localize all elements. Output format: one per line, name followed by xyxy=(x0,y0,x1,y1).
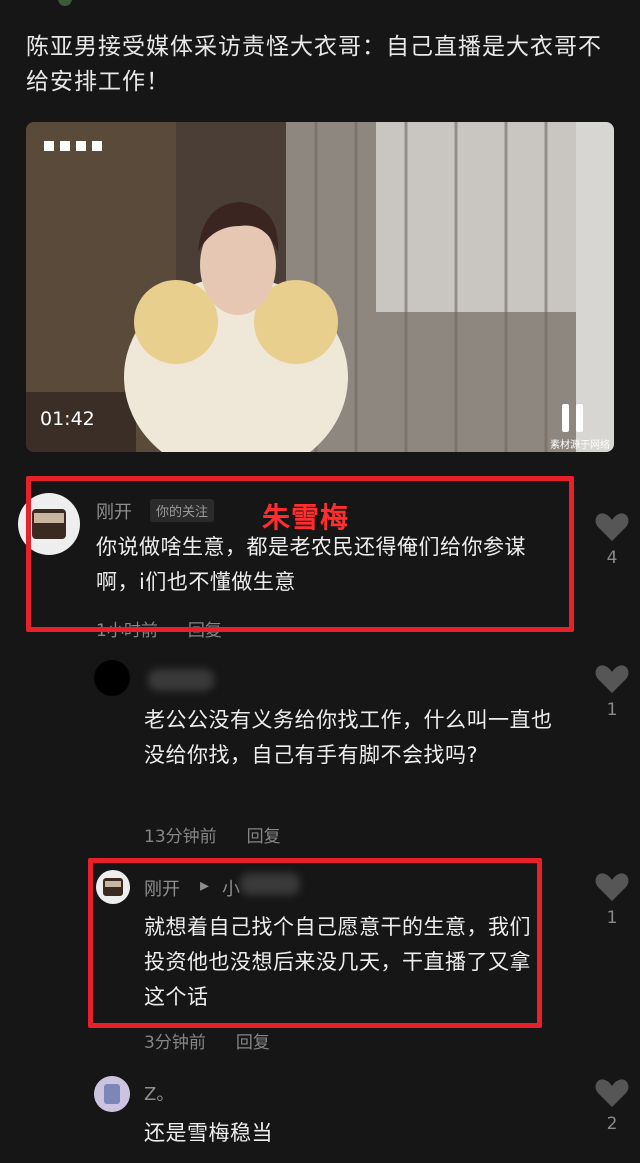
heart-icon xyxy=(595,665,629,693)
like-button[interactable]: 1 xyxy=(592,872,632,928)
like-button[interactable]: 1 xyxy=(592,664,632,720)
comment-text: 还是雪梅稳当 xyxy=(144,1121,273,1145)
highlight-box xyxy=(26,476,574,632)
status-bar xyxy=(0,0,640,14)
reply-button[interactable]: 回复 xyxy=(247,827,281,847)
post-title: 陈亚男接受媒体采访责怪大衣哥：自己直播是大衣哥不给安排工作！ xyxy=(26,34,602,95)
like-button[interactable]: 2 xyxy=(592,1078,632,1134)
comment-meta: 3分钟前 回复 xyxy=(144,1028,300,1053)
highlight-box xyxy=(88,858,542,1028)
like-button[interactable]: 4 xyxy=(592,512,632,568)
reply-button[interactable]: 回复 xyxy=(236,1033,270,1053)
video-watermark: 素材源于网络 xyxy=(550,440,610,451)
comment-text: 老公公没有义务给你找工作，什么叫一直也没给你找，自己有手有脚不会找吗? xyxy=(144,708,553,767)
pause-icon[interactable] xyxy=(562,404,586,432)
like-count: 2 xyxy=(606,1114,618,1134)
like-count: 1 xyxy=(606,908,618,928)
video-frame xyxy=(26,122,614,452)
avatar[interactable] xyxy=(94,660,130,696)
comment-meta: 13分钟前 回复 xyxy=(144,822,311,847)
like-count: 4 xyxy=(606,548,618,568)
video-duration: 01:42 xyxy=(40,408,95,430)
app-icon xyxy=(58,0,72,6)
heart-icon xyxy=(595,873,629,901)
blurred-username xyxy=(148,669,214,691)
pixelated-watermark xyxy=(44,136,108,155)
comment-time: 3分钟前 xyxy=(144,1033,206,1053)
heart-icon xyxy=(595,513,629,541)
avatar-image-icon xyxy=(94,1076,130,1112)
video-player[interactable]: 01:42 素材源于网络 xyxy=(26,122,614,452)
comment-time: 13分钟前 xyxy=(144,827,217,847)
like-count: 1 xyxy=(606,700,618,720)
heart-icon xyxy=(595,1079,629,1107)
comment-author[interactable]: Z。 xyxy=(144,1080,174,1106)
avatar[interactable] xyxy=(94,1076,130,1112)
